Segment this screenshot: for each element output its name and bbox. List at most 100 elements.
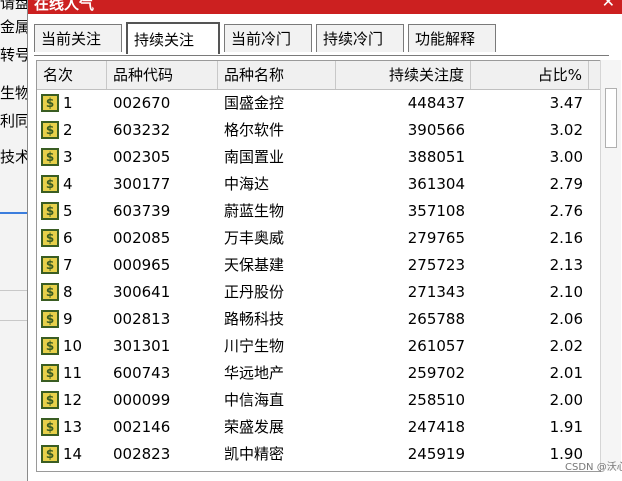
cell-name: 天保基建 bbox=[224, 256, 285, 274]
table-row[interactable]: $12 000099 中信海直 258510 2.00 bbox=[37, 387, 600, 414]
cell-rank: 5 bbox=[63, 202, 73, 220]
cell-pct: 2.16 bbox=[549, 229, 583, 247]
cell-attention: 279765 bbox=[407, 229, 465, 247]
cell-rank: 12 bbox=[63, 391, 83, 409]
cell-code: 300177 bbox=[113, 175, 171, 193]
cell-attention: 357108 bbox=[407, 202, 465, 220]
cell-code: 300641 bbox=[113, 283, 171, 301]
background-window: 请盘 金属 转号 生物 利同 技术 bbox=[0, 0, 30, 481]
cell-name: 南国置业 bbox=[224, 148, 285, 166]
cell-pct: 2.79 bbox=[549, 175, 583, 193]
tab-function-help[interactable]: 功能解释 bbox=[408, 24, 496, 52]
cell-attention: 388051 bbox=[407, 148, 465, 166]
column-header-rank[interactable]: 名次 bbox=[37, 61, 107, 89]
table-row[interactable]: $10 301301 川宁生物 261057 2.02 bbox=[37, 333, 600, 360]
cell-pct: 2.06 bbox=[549, 310, 583, 328]
dollar-icon: $ bbox=[41, 229, 59, 247]
cell-code: 002813 bbox=[113, 310, 171, 328]
cell-name: 川宁生物 bbox=[224, 337, 285, 355]
table-row[interactable]: $2 603232 格尔软件 390566 3.02 bbox=[37, 117, 600, 144]
table-row[interactable]: $11 600743 华远地产 259702 2.01 bbox=[37, 360, 600, 387]
cell-name: 路畅科技 bbox=[224, 310, 285, 328]
table-row[interactable]: $13 002146 荣盛发展 247418 1.91 bbox=[37, 414, 600, 441]
table-row[interactable]: $9 002813 路畅科技 265788 2.06 bbox=[37, 306, 600, 333]
dollar-icon: $ bbox=[41, 175, 59, 193]
tab-divider bbox=[34, 55, 609, 56]
cell-code: 002146 bbox=[113, 418, 171, 436]
popularity-window: 在线人气 ✕ 当前关注 持续关注 当前冷门 持续冷门 功能解释 名次 品种代码 … bbox=[27, 0, 622, 481]
cell-rank: 11 bbox=[63, 364, 83, 382]
dollar-icon: $ bbox=[41, 418, 59, 436]
tab-continuous-attention[interactable]: 持续关注 bbox=[126, 22, 220, 54]
cell-code: 603739 bbox=[113, 202, 171, 220]
cell-attention: 265788 bbox=[407, 310, 465, 328]
close-icon[interactable]: ✕ bbox=[602, 0, 615, 11]
tab-current-cold[interactable]: 当前冷门 bbox=[224, 24, 312, 52]
table-row[interactable]: $8 300641 正丹股份 271343 2.10 bbox=[37, 279, 600, 306]
dollar-icon: $ bbox=[41, 256, 59, 274]
dollar-icon: $ bbox=[41, 310, 59, 328]
cell-pct: 2.76 bbox=[549, 202, 583, 220]
cell-rank: 1 bbox=[63, 94, 73, 112]
cell-code: 002670 bbox=[113, 94, 171, 112]
cell-attention: 448437 bbox=[407, 94, 465, 112]
cell-name: 凯中精密 bbox=[224, 445, 285, 463]
cell-attention: 258510 bbox=[407, 391, 465, 409]
cell-rank: 3 bbox=[63, 148, 73, 166]
table-row[interactable]: $5 603739 蔚蓝生物 357108 2.76 bbox=[37, 198, 600, 225]
cell-name: 中海达 bbox=[224, 175, 270, 193]
cell-rank: 9 bbox=[63, 310, 73, 328]
cell-name: 华远地产 bbox=[224, 364, 285, 382]
cell-code: 000965 bbox=[113, 256, 171, 274]
cell-code: 603232 bbox=[113, 121, 171, 139]
dollar-icon: $ bbox=[41, 94, 59, 112]
table-row[interactable]: $1 002670 国盛金控 448437 3.47 bbox=[37, 90, 600, 117]
cell-name: 蔚蓝生物 bbox=[224, 202, 285, 220]
column-header-attention[interactable]: 持续关注度 bbox=[336, 61, 471, 89]
cell-attention: 261057 bbox=[407, 337, 465, 355]
cell-pct: 2.01 bbox=[549, 364, 583, 382]
ranking-table: 名次 品种代码 品种名称 持续关注度 占比% $1 002670 国盛金控 44843… bbox=[36, 60, 601, 472]
cell-rank: 13 bbox=[63, 418, 83, 436]
tab-bar: 当前关注 持续关注 当前冷门 持续冷门 功能解释 bbox=[34, 22, 614, 56]
cell-attention: 275723 bbox=[407, 256, 465, 274]
title-bar[interactable]: 在线人气 ✕ bbox=[28, 0, 622, 14]
cell-attention: 259702 bbox=[407, 364, 465, 382]
cell-name: 国盛金控 bbox=[224, 94, 285, 112]
dollar-icon: $ bbox=[41, 283, 59, 301]
background-text: 转号 bbox=[0, 46, 30, 64]
table-row[interactable]: $7 000965 天保基建 275723 2.13 bbox=[37, 252, 600, 279]
cell-attention: 390566 bbox=[407, 121, 465, 139]
cell-attention: 247418 bbox=[407, 418, 465, 436]
column-header-name[interactable]: 品种名称 bbox=[218, 61, 336, 89]
cell-rank: 8 bbox=[63, 283, 73, 301]
dollar-icon: $ bbox=[41, 391, 59, 409]
dollar-icon: $ bbox=[41, 445, 59, 463]
cell-code: 301301 bbox=[113, 337, 171, 355]
table-row[interactable]: $3 002305 南国置业 388051 3.00 bbox=[37, 144, 600, 171]
background-text: 金属 bbox=[0, 18, 30, 36]
dollar-icon: $ bbox=[41, 121, 59, 139]
cell-attention: 271343 bbox=[407, 283, 465, 301]
cell-attention: 361304 bbox=[407, 175, 465, 193]
table-row[interactable]: $4 300177 中海达 361304 2.79 bbox=[37, 171, 600, 198]
dollar-icon: $ bbox=[41, 364, 59, 382]
table-row[interactable]: $6 002085 万丰奥威 279765 2.16 bbox=[37, 225, 600, 252]
dollar-icon: $ bbox=[41, 148, 59, 166]
vertical-scrollbar[interactable] bbox=[600, 60, 621, 470]
cell-pct: 2.00 bbox=[549, 391, 583, 409]
cell-rank: 10 bbox=[63, 337, 83, 355]
divider bbox=[0, 212, 30, 214]
window-title: 在线人气 bbox=[34, 0, 95, 13]
column-header-code[interactable]: 品种代码 bbox=[107, 61, 218, 89]
cell-name: 格尔软件 bbox=[224, 121, 285, 139]
table-row[interactable]: $14 002823 凯中精密 245919 1.90 bbox=[37, 441, 600, 468]
tab-current-attention[interactable]: 当前关注 bbox=[34, 24, 122, 52]
cell-code: 002823 bbox=[113, 445, 171, 463]
cell-attention: 245919 bbox=[407, 445, 465, 463]
tab-continuous-cold[interactable]: 持续冷门 bbox=[316, 24, 404, 52]
background-text: 请盘 bbox=[0, 0, 30, 12]
column-header-percent[interactable]: 占比% bbox=[471, 61, 589, 89]
scrollbar-thumb[interactable] bbox=[605, 88, 617, 148]
cell-pct: 3.47 bbox=[549, 94, 583, 112]
